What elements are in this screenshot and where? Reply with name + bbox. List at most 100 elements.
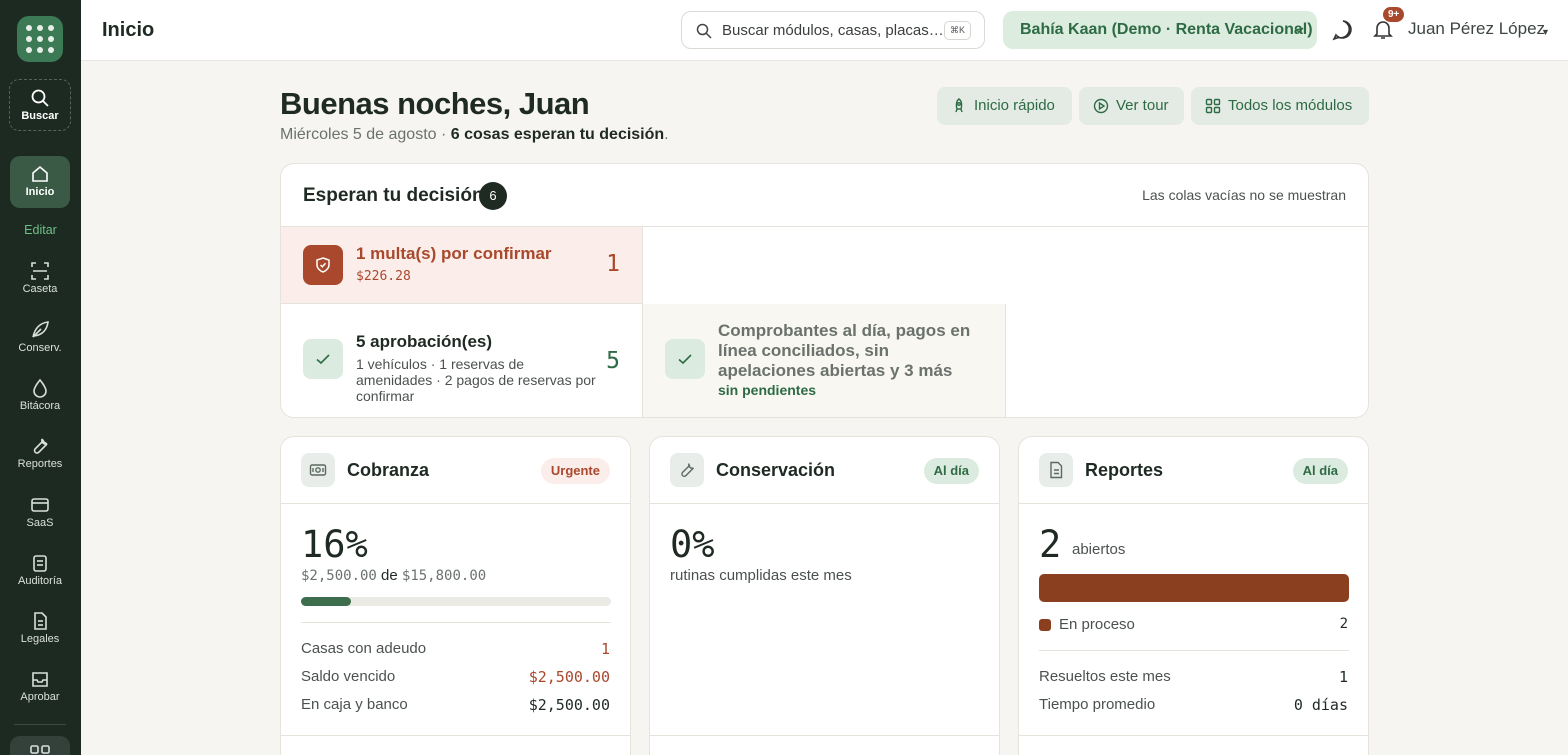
queue-icon-box [303, 339, 343, 379]
open-reports-count: 2 [1039, 523, 1062, 566]
sidebar-edit-link[interactable]: Editar [0, 223, 81, 237]
credit-card-icon [31, 498, 49, 512]
scan-icon [31, 262, 49, 280]
sidebar-item-conserv[interactable]: Conserv. [10, 312, 70, 364]
wrench-icon [33, 438, 48, 454]
shield-check-icon [316, 257, 330, 273]
card-title: Reportes [1085, 460, 1164, 480]
divider [281, 503, 630, 504]
fines-amount: $226.28 [356, 269, 411, 284]
conservacion-card[interactable]: Conservación Al día 0% rutinas cumplidas… [649, 436, 1000, 755]
subtitle-period: . [664, 126, 669, 143]
fines-title: 1 multa(s) por confirmar [356, 244, 552, 263]
search-placeholder: Buscar módulos, casas, placas… [722, 22, 944, 39]
fines-queue[interactable]: 1 multa(s) por confirmar $226.28 1 [281, 227, 643, 304]
divider [1019, 735, 1368, 736]
clear-queues-status: sin pendientes [718, 382, 817, 398]
page-title: Inicio [102, 19, 155, 41]
quick-start-button[interactable]: Inicio rápido [937, 87, 1072, 125]
cobranza-card[interactable]: Cobranza Urgente 16% $2,500.00 de $15,80… [280, 436, 631, 755]
reportes-card[interactable]: Reportes Al día 2 abiertos En proceso 2 … [1018, 436, 1369, 755]
sidebar-item-aprobar[interactable]: Aprobar [10, 661, 70, 713]
stat-label: En caja y banco [301, 696, 408, 713]
community-selector[interactable]: Bahía Kaan (Demo · Renta Vacacional) [1003, 11, 1317, 49]
collection-percent: 16% [301, 523, 368, 566]
cash-icon [309, 464, 327, 476]
status-badge: Al día [1292, 458, 1348, 484]
sidebar-item-label: Aprobar [20, 691, 60, 703]
divider [1039, 650, 1349, 651]
inbox-icon [32, 672, 48, 687]
stat-value: $2,500.00 [528, 668, 610, 686]
routines-subtitle: rutinas cumplidas este mes [670, 567, 852, 584]
all-modules-button[interactable]: Todos los módulos [1191, 87, 1369, 125]
reports-status-bar [1039, 574, 1349, 602]
sidebar-item-label: Inicio [25, 186, 55, 198]
approvals-detail: 1 vehículos · 1 reservas de amenidades ·… [356, 356, 596, 404]
sidebar-item-label: Caseta [22, 283, 58, 295]
sidebar-item-label: Legales [20, 633, 60, 645]
decisions-note: Las colas vacías no se muestran [1142, 187, 1346, 203]
clipboard-icon [33, 555, 47, 572]
sidebar-item-saas[interactable]: SaaS [10, 487, 70, 539]
sidebar-more-button[interactable] [10, 736, 70, 755]
sidebar-item-label: SaaS [26, 517, 54, 529]
decisions-count-badge: 6 [479, 182, 507, 210]
divider [650, 503, 999, 504]
top-bar: Inicio Buscar módulos, casas, placas… ⌘K… [81, 0, 1568, 61]
of-word: de [381, 567, 398, 584]
check-icon [316, 354, 330, 365]
approvals-queue[interactable]: 5 aprobación(es) 1 vehículos · 1 reserva… [281, 304, 643, 417]
sidebar-item-caseta[interactable]: Caseta [10, 253, 70, 305]
stat-label: Casas con adeudo [301, 640, 427, 657]
total-amount: $15,800.00 [401, 568, 487, 584]
collection-progress-fill [301, 597, 351, 606]
sidebar-search-button[interactable]: Buscar [9, 79, 71, 131]
tour-button[interactable]: Ver tour [1079, 87, 1184, 125]
chevron-down-icon [1294, 27, 1304, 34]
clear-queues-title: Comprobantes al día, pagos en línea conc… [718, 321, 971, 380]
apps-grid-icon[interactable] [17, 16, 63, 62]
card-icon-box [1039, 453, 1073, 487]
play-circle-icon [1093, 98, 1109, 114]
card-icon-box [301, 453, 335, 487]
more-apps-icon [30, 745, 50, 754]
community-name: Bahía Kaan (Demo · Renta Vacacional) [1020, 21, 1313, 38]
leaf-icon [32, 321, 49, 338]
collection-amounts: $2,500.00 de $15,800.00 [301, 567, 486, 584]
greeting-subtitle: Miércoles 5 de agosto · 6 cosas esperan … [280, 126, 669, 144]
drop-icon [33, 378, 47, 398]
tour-label: Ver tour [1116, 97, 1169, 114]
wrench-icon [681, 463, 694, 477]
collected-amount: $2,500.00 [301, 568, 377, 584]
sidebar-item-inicio[interactable]: Inicio [10, 156, 70, 208]
sidebar-item-bitacora[interactable]: Bitácora [10, 370, 70, 422]
routines-percent: 0% [670, 523, 715, 566]
queue-icon-box [665, 339, 705, 379]
status-badge: Urgente [540, 458, 610, 484]
pending-summary: 6 cosas esperan tu decisión [450, 126, 665, 143]
caret-down-icon[interactable]: ▼ [1541, 27, 1550, 37]
stat-value: 0 días [1293, 696, 1348, 714]
sidebar-item-legales[interactable]: Legales [10, 603, 70, 655]
chat-icon[interactable] [1332, 19, 1354, 41]
quick-start-label: Inicio rápido [974, 97, 1055, 114]
notifications-badge: 9+ [1383, 7, 1405, 22]
sidebar: Buscar Inicio Editar Caseta Conserv. Bit… [0, 0, 81, 755]
open-reports-label: abiertos [1072, 541, 1126, 558]
sidebar-item-auditoria[interactable]: Auditoría [10, 545, 70, 597]
divider [650, 735, 999, 736]
sidebar-divider [14, 724, 66, 725]
search-input[interactable]: Buscar módulos, casas, placas… ⌘K [681, 11, 985, 49]
stat-value: 1 [600, 640, 610, 658]
grid-icon [1205, 98, 1221, 114]
legend-label: En proceso [1059, 616, 1135, 633]
user-menu[interactable]: Juan Pérez López [1408, 19, 1545, 39]
sidebar-item-label: Bitácora [19, 400, 61, 412]
collection-progress-bar [301, 597, 611, 606]
home-icon [32, 165, 48, 182]
sidebar-item-reportes[interactable]: Reportes [10, 428, 70, 480]
stat-label: Tiempo promedio [1039, 696, 1156, 713]
decisions-panel: Esperan tu decisión 6 Las colas vacías n… [280, 163, 1369, 418]
queue-icon-box [303, 245, 343, 285]
